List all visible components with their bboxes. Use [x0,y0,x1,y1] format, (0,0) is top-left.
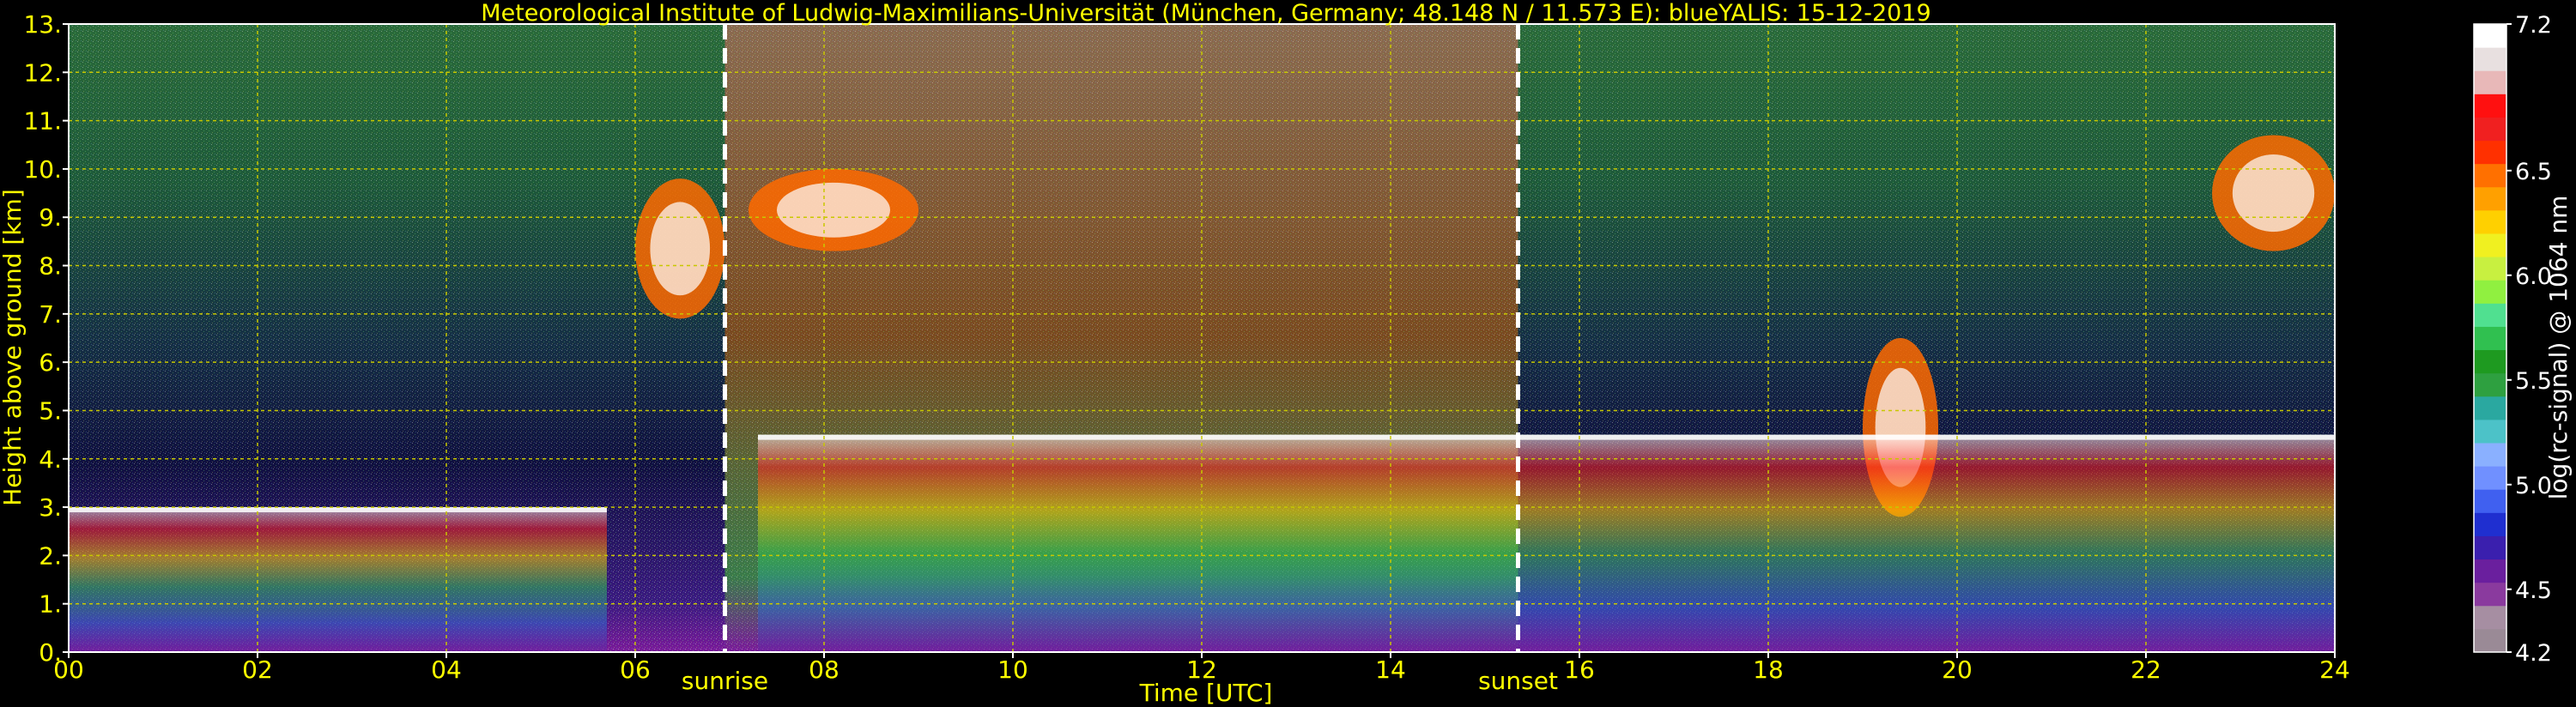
x-tick-label: 08 [809,656,839,684]
colorbar-segment [2474,257,2506,281]
colorbar-segment [2474,303,2506,327]
colorbar-segment [2474,140,2506,165]
y-tick-label: 0. [39,638,62,667]
y-tick-label: 9. [39,203,62,232]
colorbar-label: log(rc-signal) @ 1064 nm [2544,196,2573,500]
colorbar-segment [2474,47,2506,71]
cloud-core [777,182,890,238]
colorbar-tick-label: 4.2 [2515,640,2552,667]
boundary-layer [758,434,1513,652]
y-tick-label: 7. [39,300,62,329]
y-tick-label: 4. [39,445,62,474]
x-axis-label: Time [UTC] [1139,679,1273,707]
colorbar-segment [2474,466,2506,490]
y-tick-label: 5. [39,396,62,425]
chart-title: Meteorological Institute of Ludwig-Maxim… [481,0,1930,27]
cloud-core [650,202,711,296]
colorbar-segment [2474,559,2506,583]
colorbar-segment [2474,419,2506,444]
boundary-layer [1513,434,2335,652]
colorbar-segment [2474,209,2506,234]
colorbar-segment [2474,349,2506,374]
colorbar-segment [2474,117,2506,142]
colorbar-segment [2474,443,2506,467]
x-tick-label: 24 [2319,656,2350,684]
y-tick-label: 13. [23,10,62,39]
colorbar-segment [2474,489,2506,513]
colorbar: 4.24.55.05.56.06.57.2 [2473,12,2552,667]
x-tick-label: 04 [431,656,462,684]
cloud-core [2232,154,2315,233]
colorbar-segment [2474,233,2506,257]
y-tick-label: 11. [23,107,62,136]
colorbar-segment [2474,326,2506,351]
x-tick-label: 18 [1753,656,1784,684]
colorbar-segment [2474,605,2506,630]
sun-marker-label: sunset [1478,667,1558,695]
colorbar-segment [2474,372,2506,397]
y-tick-label: 6. [39,348,62,377]
colorbar-segment [2474,628,2506,653]
y-tick-label: 2. [39,541,62,570]
lidar-time-height-chart: sunrise sunset 00 02 04 06 08 10 12 14 16 18 20 22 24… [0,0,2573,707]
boundary-layer-top [1513,434,2335,440]
colorbar-segment [2474,512,2506,536]
x-tick-label: 20 [1942,656,1973,684]
x-tick-label: 16 [1564,656,1595,684]
colorbar-segment [2474,70,2506,94]
colorbar-segment [2474,582,2506,607]
y-tick-label: 1. [39,590,62,619]
y-axis-label: Height above ground [km] [0,189,27,506]
colorbar-tick-label: 6.5 [2515,159,2552,185]
colorbar-tick-label: 7.2 [2515,12,2552,39]
x-tick-label: 06 [620,656,651,684]
y-tick-label: 12. [23,58,62,87]
colorbar-segment [2474,280,2506,304]
y-tick-label: 8. [39,252,62,281]
x-tick-label: 10 [997,656,1028,684]
colorbar-segment [2474,186,2506,211]
colorbar-segment [2474,396,2506,420]
x-tick-label: 22 [2131,656,2161,684]
y-tick-label: 10. [23,155,62,184]
x-tick-label: 02 [242,656,273,684]
y-tick-label: 3. [39,493,62,522]
colorbar-segment [2474,24,2506,48]
colorbar-segment [2474,94,2506,118]
x-tick-label: 14 [1375,656,1406,684]
sun-marker-label: sunrise [682,667,768,695]
boundary-layer-top [69,507,607,513]
colorbar-segment [2474,163,2506,188]
y-axis: 0. 1. 2. 3. 4. 5. 6. 7. 8. 9. 10. 11. 12. 13. [23,10,69,667]
colorbar-tick-label: 4.5 [2515,577,2552,604]
boundary-layer [69,507,607,652]
colorbar-segment [2474,535,2506,560]
boundary-layer-top [758,434,1513,440]
